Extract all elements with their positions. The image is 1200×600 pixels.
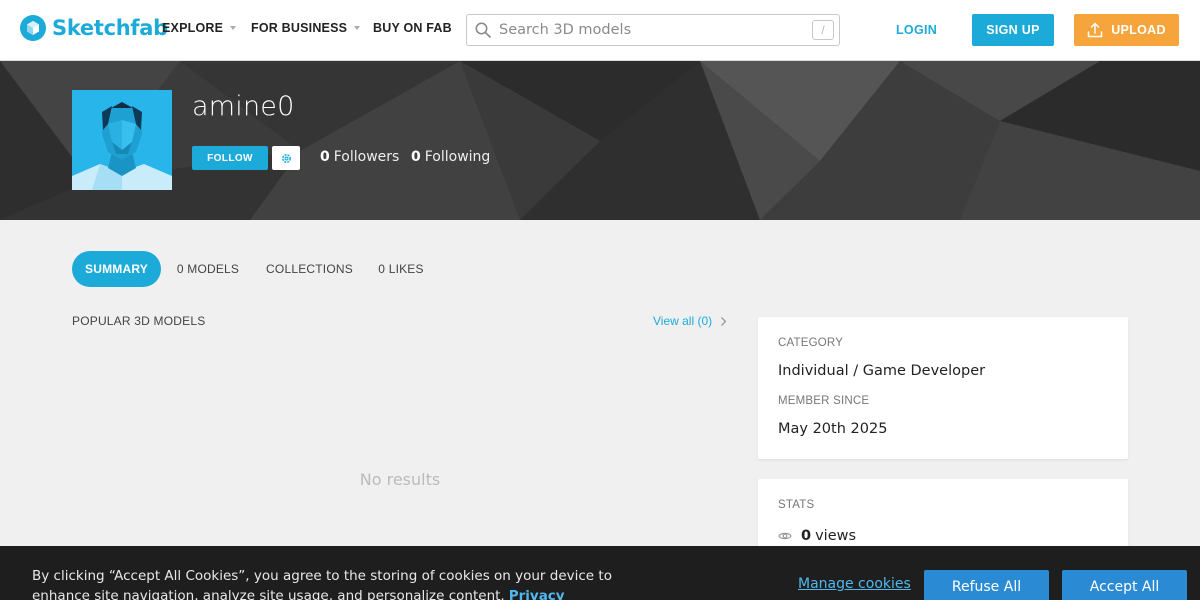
upload-icon <box>1087 22 1103 38</box>
avatar-user-icon <box>72 90 172 190</box>
top-navigation: Sketchfab EXPLORE FOR BUSINESS BUY ON FA… <box>0 0 1200 61</box>
login-link[interactable]: LOGIN <box>896 23 937 37</box>
stats-label: STATS <box>778 499 815 511</box>
nav-for-business-label: FOR BUSINESS <box>251 21 348 35</box>
follow-button[interactable]: FOLLOW <box>192 146 268 170</box>
search-shortcut-key: / <box>812 20 834 40</box>
eye-icon <box>778 532 792 540</box>
search-input[interactable] <box>499 22 799 38</box>
view-all-link[interactable]: View all (0) <box>653 314 727 328</box>
views-stat: 0 views <box>778 528 856 544</box>
following-label: Following <box>424 149 491 165</box>
profile-info-card: CATEGORY Individual / Game Developer MEM… <box>758 317 1128 459</box>
brand-name: Sketchfab <box>52 16 168 40</box>
chevron-down-icon <box>354 26 361 30</box>
member-since-label: MEMBER SINCE <box>778 395 870 407</box>
views-label: views <box>815 528 857 544</box>
cookie-consent-bar: By clicking “Accept All Cookies”, you ag… <box>0 546 1200 600</box>
chevron-right-icon <box>721 316 727 326</box>
refuse-all-button[interactable]: Refuse All <box>924 570 1049 600</box>
nav-explore[interactable]: EXPLORE <box>162 21 237 35</box>
nav-buy-on-fab-label: BUY ON FAB <box>373 21 452 35</box>
gear-icon <box>281 153 291 163</box>
nav-for-business[interactable]: FOR BUSINESS <box>251 21 361 35</box>
upload-label: UPLOAD <box>1111 23 1166 37</box>
search-box: / <box>466 14 840 46</box>
accept-all-button[interactable]: Accept All <box>1062 570 1187 600</box>
view-all-label: View all (0) <box>653 314 713 328</box>
followers-stat[interactable]: 0 Followers <box>320 149 399 165</box>
no-results-message: No results <box>359 470 441 489</box>
sketchfab-logo[interactable]: Sketchfab <box>20 14 168 42</box>
nav-explore-label: EXPLORE <box>162 21 224 35</box>
signup-button[interactable]: SIGN UP <box>972 14 1054 46</box>
settings-button[interactable] <box>272 146 300 170</box>
manage-cookies-link[interactable]: Manage cookies <box>798 576 911 592</box>
category-value: Individual / Game Developer <box>778 363 986 379</box>
sketchfab-logo-icon <box>20 15 46 41</box>
followers-label: Followers <box>333 149 400 165</box>
tab-likes[interactable]: 0 LIKES <box>372 251 430 287</box>
upload-button[interactable]: UPLOAD <box>1074 14 1179 46</box>
profile-username: amine0 <box>192 91 295 122</box>
views-count: 0 <box>801 528 812 544</box>
profile-banner: amine0 FOLLOW 0 Followers 0 Following <box>0 61 1200 220</box>
search-icon <box>475 22 491 38</box>
chevron-down-icon <box>230 26 237 30</box>
following-count: 0 <box>411 149 421 165</box>
category-label: CATEGORY <box>778 337 844 349</box>
cookie-message: By clicking “Accept All Cookies”, you ag… <box>32 566 612 600</box>
following-stat[interactable]: 0 Following <box>411 149 490 165</box>
followers-count: 0 <box>320 149 330 165</box>
tab-summary[interactable]: SUMMARY <box>72 251 161 287</box>
member-since-value: May 20th 2025 <box>778 421 888 437</box>
nav-buy-on-fab[interactable]: BUY ON FAB <box>373 21 452 35</box>
tab-collections[interactable]: COLLECTIONS <box>262 251 357 287</box>
tab-models[interactable]: 0 MODELS <box>170 251 246 287</box>
avatar[interactable] <box>72 90 172 190</box>
popular-models-title: POPULAR 3D MODELS <box>72 314 206 328</box>
banner-background <box>0 61 1200 220</box>
